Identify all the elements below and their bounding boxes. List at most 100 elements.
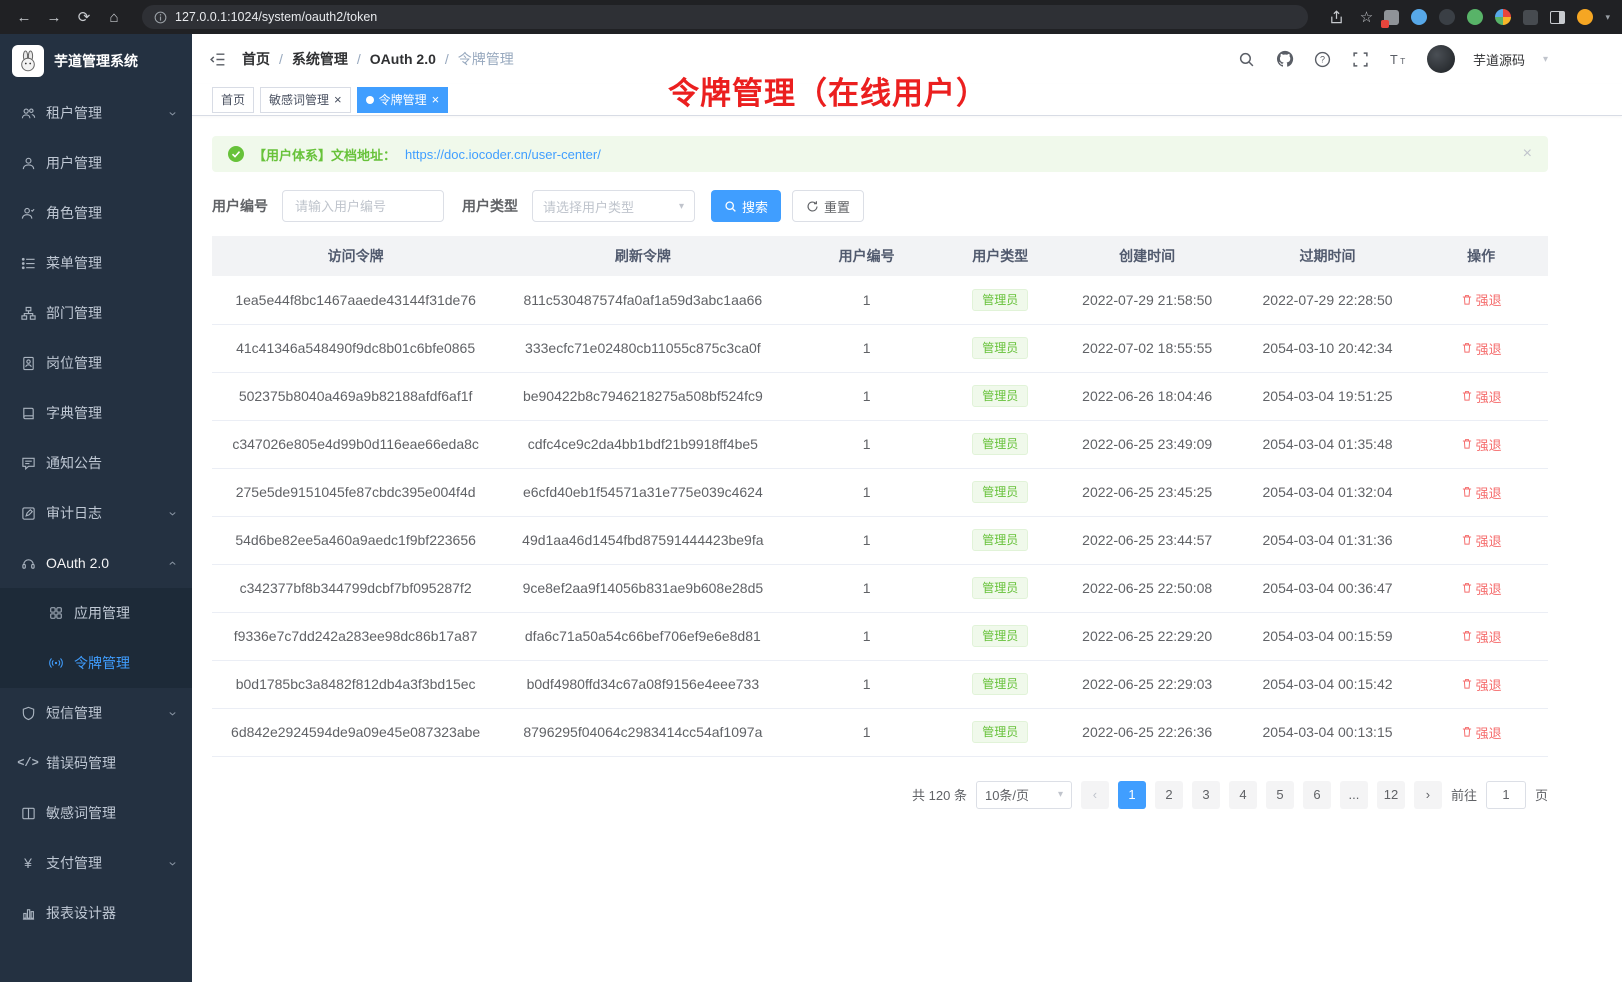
extension-icon[interactable] [1523,10,1538,25]
cell-user-id: 1 [786,372,946,420]
sidebar-item-label: OAuth 2.0 [46,555,109,571]
tab-home[interactable]: 首页 [212,87,254,113]
bookmark-star-icon[interactable]: ☆ [1354,5,1378,29]
next-page-button[interactable]: › [1414,781,1442,809]
sidebar-item-label: 短信管理 [46,703,102,723]
chevron-down-icon[interactable]: ▾ [1543,54,1548,65]
browser-forward-button[interactable]: → [42,5,66,29]
force-logout-button[interactable]: 强退 [1461,627,1502,646]
fullscreen-icon[interactable] [1351,49,1371,69]
page-button-2[interactable]: 2 [1155,781,1183,809]
browser-back-button[interactable]: ← [12,5,36,29]
force-logout-button[interactable]: 强退 [1461,579,1502,598]
sidebar-item-user[interactable]: 用户管理 [0,138,192,188]
sidebar-item-oauth[interactable]: OAuth 2.0 [0,538,192,588]
sidebar-item-report-designer[interactable]: 报表设计器 [0,888,192,938]
sidebar-item-sensitive-word[interactable]: 敏感词管理 [0,788,192,838]
extension-icon[interactable] [1467,9,1483,25]
browser-refresh-button[interactable]: ⟳ [72,5,96,29]
user-type-select[interactable]: 请选择用户类型 ▾ [532,190,695,222]
github-icon[interactable] [1275,49,1295,69]
sidebar-item-menu[interactable]: 菜单管理 [0,238,192,288]
page-button-1[interactable]: 1 [1118,781,1146,809]
extension-icon[interactable] [1411,9,1427,25]
col-refresh-token: 刷新令牌 [499,236,786,276]
force-logout-button[interactable]: 强退 [1461,531,1502,550]
breadcrumb-home[interactable]: 首页 [242,49,270,69]
force-logout-button[interactable]: 强退 [1461,387,1502,406]
sidebar-item-notice[interactable]: 通知公告 [0,438,192,488]
sidebar-item-label: 用户管理 [46,153,102,173]
sidebar-item-audit-log[interactable]: 审计日志 [0,488,192,538]
close-icon[interactable]: × [432,93,440,106]
chevron-up-icon [167,558,178,569]
font-size-icon[interactable]: TT [1389,49,1409,69]
force-logout-button[interactable]: 强退 [1461,723,1502,742]
sidebar-collapse-icon[interactable] [192,34,242,84]
doc-link[interactable]: https://doc.iocoder.cn/user-center/ [405,147,601,162]
prev-page-button[interactable]: ‹ [1081,781,1109,809]
sidebar-item-role[interactable]: 角色管理 [0,188,192,238]
user-id-input[interactable] [282,190,444,222]
force-logout-button[interactable]: 强退 [1461,339,1502,358]
table-row: 275e5de9151045fe87cbdc395e004f4d e6cfd40… [212,468,1548,516]
page-button-12[interactable]: 12 [1377,781,1405,809]
page-button-4[interactable]: 4 [1229,781,1257,809]
page-button-3[interactable]: 3 [1192,781,1220,809]
browser-home-button[interactable]: ⌂ [102,5,126,29]
side-panel-icon[interactable] [1550,11,1565,24]
sidebar-item-tenant[interactable]: 租户管理 [0,88,192,138]
chevron-down-icon[interactable]: ▾ [1605,12,1610,23]
sidebar-item-label: 租户管理 [46,103,102,123]
site-info-icon[interactable] [154,11,167,24]
page-size-select[interactable]: 10条/页 ▾ [976,781,1072,809]
breadcrumb-separator: / [445,51,449,67]
sidebar-item-post[interactable]: 岗位管理 [0,338,192,388]
help-icon[interactable]: ? [1313,49,1333,69]
share-icon[interactable] [1324,5,1348,29]
force-logout-button[interactable]: 强退 [1461,290,1502,309]
search-icon[interactable] [1237,49,1257,69]
sidebar-item-pay[interactable]: ¥ 支付管理 [0,838,192,888]
sidebar-item-dict[interactable]: 字典管理 [0,388,192,438]
page-button-6[interactable]: 6 [1303,781,1331,809]
tab-sensitive-word[interactable]: 敏感词管理 × [260,87,351,113]
breadcrumb-system[interactable]: 系统管理 [292,49,348,69]
svg-text:?: ? [1320,54,1325,64]
extension-icon[interactable] [1439,9,1455,25]
breadcrumb-oauth[interactable]: OAuth 2.0 [370,51,436,67]
sidebar-item-dept[interactable]: 部门管理 [0,288,192,338]
cell-created: 2022-07-02 18:55:55 [1054,324,1241,372]
search-button[interactable]: 搜索 [711,190,781,222]
cell-action: 强退 [1414,276,1548,324]
page-button-5[interactable]: 5 [1266,781,1294,809]
page-ellipsis[interactable]: ... [1340,781,1368,809]
cell-action: 强退 [1414,324,1548,372]
headset-icon [20,555,36,571]
puzzle-extensions-icon[interactable] [1495,9,1511,25]
goto-page-input[interactable] [1486,781,1526,809]
sidebar-item-oauth-token[interactable]: 令牌管理 [0,638,192,688]
app-logo[interactable]: 芋道管理系统 [0,34,192,88]
tab-label: 令牌管理 [379,91,427,108]
force-logout-button[interactable]: 强退 [1461,675,1502,694]
profile-avatar-icon[interactable] [1577,9,1593,25]
address-bar[interactable]: 127.0.0.1:1024/system/oauth2/token [142,5,1308,29]
sidebar-item-label: 审计日志 [46,503,102,523]
sidebar-item-sms[interactable]: 短信管理 [0,688,192,738]
sidebar-item-oauth-app[interactable]: 应用管理 [0,588,192,638]
close-icon[interactable]: × [1523,145,1532,163]
sidebar-item-errorcode[interactable]: </> 错误码管理 [0,738,192,788]
reset-button[interactable]: 重置 [792,190,864,222]
tab-token[interactable]: 令牌管理 × [357,87,449,113]
user-avatar[interactable] [1427,45,1455,73]
user-type-badge: 管理员 [972,577,1028,599]
chevron-down-icon: ▾ [679,201,684,212]
force-logout-button[interactable]: 强退 [1461,435,1502,454]
close-icon[interactable]: × [334,93,342,106]
username[interactable]: 芋道源码 [1473,50,1525,69]
force-logout-button[interactable]: 强退 [1461,483,1502,502]
col-created: 创建时间 [1054,236,1241,276]
cell-user-id: 1 [786,708,946,756]
extension-icon[interactable] [1384,10,1399,25]
